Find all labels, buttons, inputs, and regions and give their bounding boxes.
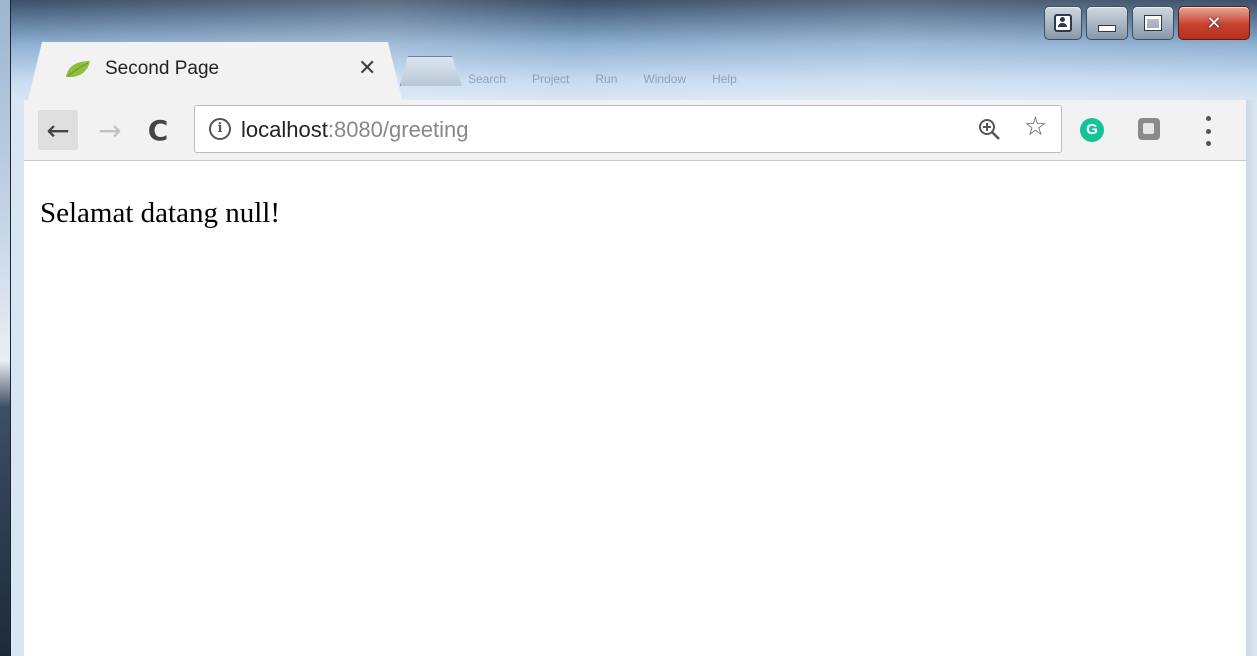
address-bar[interactable]: i localhost:8080/greeting ☆ — [194, 105, 1062, 153]
close-icon[interactable]: ✕ — [358, 56, 376, 81]
info-icon[interactable]: i — [209, 118, 231, 140]
active-tab[interactable]: Second Page ✕ — [28, 42, 402, 100]
url-path: :8080/greeting — [327, 117, 469, 142]
background-menu-ghost: Search Project Run Window Help — [468, 72, 737, 86]
ghost-menu-item: Help — [712, 72, 737, 86]
back-button[interactable]: ← — [38, 110, 78, 150]
forward-arrow-icon: → — [98, 113, 122, 147]
user-profile-button[interactable] — [1044, 6, 1082, 40]
maximize-button[interactable] — [1132, 6, 1174, 40]
reload-icon: C — [147, 113, 169, 147]
extension-icon[interactable] — [1138, 118, 1160, 140]
star-icon[interactable]: ☆ — [1024, 112, 1047, 142]
zoom-icon[interactable] — [977, 117, 1001, 141]
leaf-favicon-icon — [66, 61, 90, 78]
kebab-menu-icon[interactable] — [1198, 116, 1218, 146]
ghost-menu-item: Search — [468, 72, 507, 86]
maximize-icon — [1144, 15, 1162, 31]
minimize-icon — [1098, 24, 1116, 32]
url-text[interactable]: localhost:8080/greeting — [241, 117, 469, 143]
ghost-menu-item: Project — [532, 72, 570, 86]
window-close-button[interactable]: ✕ — [1178, 6, 1250, 40]
user-icon — [1054, 14, 1072, 32]
url-host: localhost — [241, 117, 328, 142]
ghost-menu-item: Run — [595, 72, 618, 86]
forward-button[interactable]: → — [90, 110, 130, 150]
greeting-text: Selamat datang null! — [40, 197, 280, 229]
page-viewport: Selamat datang null! — [24, 161, 1246, 656]
tab-title: Second Page — [105, 58, 220, 79]
minimize-button[interactable] — [1086, 6, 1128, 40]
window-right-border — [1246, 100, 1257, 656]
window-close-icon: ✕ — [1206, 12, 1222, 34]
grammarly-icon[interactable]: G — [1080, 118, 1104, 142]
ghost-menu-item: Window — [643, 72, 687, 86]
back-arrow-icon: ← — [46, 113, 70, 147]
browser-toolbar: ← → C i localhost:8080/greeting ☆ G — [24, 100, 1246, 161]
reload-button[interactable]: C — [138, 110, 178, 150]
caption-buttons: ✕ — [1044, 6, 1250, 40]
